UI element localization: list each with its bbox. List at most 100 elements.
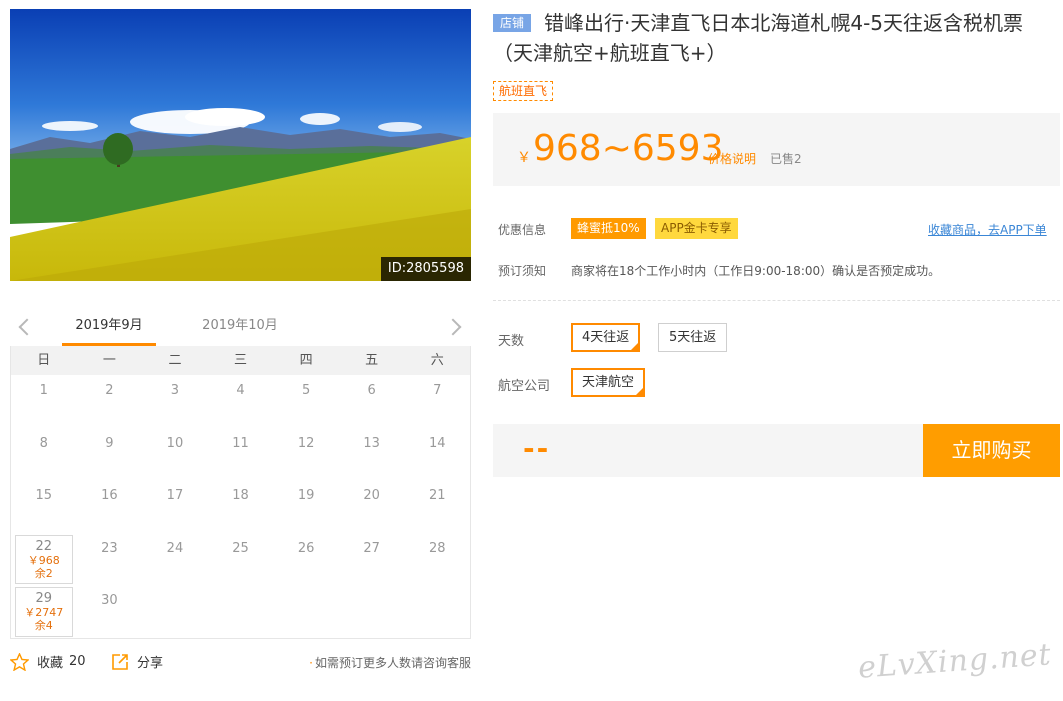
calendar-day: 26 — [297, 540, 315, 556]
day-stock: 余4 — [34, 619, 53, 633]
weekday-label: 五 — [365, 353, 379, 368]
calendar-day-available[interactable]: 29 ￥2747 余4 — [11, 585, 77, 638]
product-title: 错峰出行·天津直飞日本北海道札幌4-5天往返含税机票（天津航空+航班直飞+） — [493, 11, 1024, 65]
image-id-label: ID:2805598 — [380, 257, 471, 281]
calendar-week: 22 ￥968 余2 23 24 25 26 27 28 — [11, 533, 470, 586]
price-panel: ￥ 968~6593 价格说明 已售2 — [493, 113, 1060, 186]
calendar-day: 11 — [232, 435, 249, 451]
weekday-label: 日 — [37, 353, 51, 368]
chevron-right-icon[interactable] — [445, 316, 465, 338]
option-tianjin-airlines[interactable]: 天津航空 — [571, 368, 646, 397]
calendar-day — [208, 585, 274, 638]
calendar-day: 3 — [170, 383, 180, 398]
calendar-nav: 2019年9月 2019年10月 — [10, 309, 471, 346]
date-calendar: 2019年9月 2019年10月 日 一 二 三 四 五 六 1 2 3 4 5… — [10, 309, 471, 639]
calendar-day — [142, 585, 208, 638]
booking-tip: 如需预订更多人数请咨询客服 — [309, 654, 471, 671]
chevron-left-icon[interactable] — [14, 316, 34, 338]
calendar-week: 15 16 17 18 19 20 21 — [11, 480, 470, 533]
calendar-day: 19 — [297, 488, 315, 504]
favorite-label: 收藏 — [37, 656, 64, 671]
weekday-label: 六 — [430, 353, 444, 368]
calendar-day: 6 — [367, 383, 376, 398]
available-date-box[interactable]: 22 ￥968 余2 — [15, 534, 73, 585]
calendar-day: 25 — [232, 540, 249, 556]
days-label: 天数 — [498, 334, 525, 349]
weekday-label: 四 — [299, 353, 313, 368]
buy-bar: -- 立即购买 — [493, 424, 1060, 477]
star-icon — [10, 652, 29, 671]
calendar-day — [273, 585, 339, 638]
buy-now-button[interactable]: 立即购买 — [923, 424, 1060, 477]
calendar-day: 15 — [35, 488, 53, 504]
calendar-day — [404, 585, 470, 638]
price-range: 968~6593 — [533, 128, 724, 169]
promo-label: 优惠信息 — [498, 223, 547, 237]
shop-badge: 店铺 — [493, 14, 532, 32]
calendar-day: 5 — [301, 383, 311, 398]
calendar-day: 27 — [363, 540, 380, 556]
airline-label: 航空公司 — [498, 379, 551, 394]
day-stock: 余2 — [34, 566, 53, 580]
total-price: -- — [523, 432, 551, 465]
coupon-app-gold: APP金卡专享 — [655, 218, 738, 239]
calendar-day: 14 — [428, 435, 446, 451]
day-number: 22 — [35, 538, 53, 554]
calendar-day: 9 — [105, 435, 114, 451]
booking-notice: 商家将在18个工作小时内（工作日9:00-18:00）确认是否预定成功。 — [571, 264, 941, 278]
calendar-day — [339, 585, 405, 638]
coupon-honey: 蜂蜜抵10% — [571, 218, 646, 239]
calendar-day: 30 — [101, 593, 118, 609]
day-number: 29 — [35, 591, 53, 607]
weekday-label: 一 — [102, 353, 116, 368]
available-date-box[interactable]: 29 ￥2747 余4 — [15, 587, 73, 637]
calendar-day: 12 — [297, 435, 315, 451]
weekday-header: 日 一 二 三 四 五 六 — [11, 346, 470, 375]
sold-count: 已售2 — [770, 152, 802, 166]
calendar-day: 13 — [363, 435, 380, 451]
tab-month-next[interactable]: 2019年10月 — [190, 309, 290, 346]
favorite-count: 20 — [69, 654, 86, 669]
notice-label: 预订须知 — [498, 264, 547, 278]
calendar-day: 7 — [433, 383, 442, 398]
calendar-day: 20 — [363, 488, 380, 504]
divider — [493, 300, 1060, 301]
option-5-days[interactable]: 5天往返 — [658, 323, 728, 352]
calendar-day: 10 — [166, 435, 184, 451]
weekday-label: 三 — [234, 353, 248, 368]
calendar-day: 24 — [166, 540, 184, 556]
calendar-day-available[interactable]: 22 ￥968 余2 — [11, 533, 77, 586]
favorite-app-link[interactable]: 收藏商品，去APP下单 — [928, 221, 1047, 238]
favorite-button[interactable]: 收藏 20 — [10, 652, 86, 671]
direct-flight-tag: 航班直飞 — [493, 81, 554, 101]
tab-month-current[interactable]: 2019年9月 — [62, 309, 156, 346]
calendar-day: 4 — [236, 383, 245, 398]
weekday-label: 二 — [168, 353, 182, 368]
calendar-day: 1 — [39, 383, 48, 398]
calendar-day: 8 — [39, 435, 48, 451]
calendar-day: 16 — [101, 488, 118, 504]
calendar-day: 28 — [428, 540, 446, 556]
share-icon — [112, 653, 128, 670]
day-price: ￥2747 — [24, 606, 64, 620]
share-label: 分享 — [137, 656, 164, 671]
day-price: ￥968 — [27, 553, 60, 567]
calendar-week: 29 ￥2747 余4 30 — [11, 585, 470, 638]
product-header: 店铺 错峰出行·天津直飞日本北海道札幌4-5天往返含税机票（天津航空+航班直飞+… — [493, 8, 1060, 68]
option-4-days[interactable]: 4天往返 — [571, 323, 641, 352]
calendar-day: 21 — [428, 488, 446, 504]
calendar-day: 23 — [101, 540, 118, 556]
calendar-week: 8 9 10 11 12 13 14 — [11, 428, 470, 481]
calendar-day: 17 — [166, 488, 184, 504]
calendar-day: 2 — [105, 383, 114, 398]
landscape-photo — [10, 9, 471, 281]
share-button[interactable]: 分享 — [111, 652, 163, 671]
product-image: ID:2805598 — [10, 9, 471, 281]
price-explanation-link[interactable]: 价格说明 — [708, 150, 756, 167]
calendar-week: 1 2 3 4 5 6 7 — [11, 375, 470, 428]
calendar-grid: 日 一 二 三 四 五 六 1 2 3 4 5 6 7 8 9 10 11 12… — [10, 346, 471, 639]
product-actions: 收藏 20 分享 如需预订更多人数请咨询客服 — [10, 650, 471, 674]
calendar-day: 18 — [232, 488, 249, 504]
watermark: eLvXing.net — [857, 637, 1053, 686]
currency-symbol: ￥ — [517, 150, 531, 166]
